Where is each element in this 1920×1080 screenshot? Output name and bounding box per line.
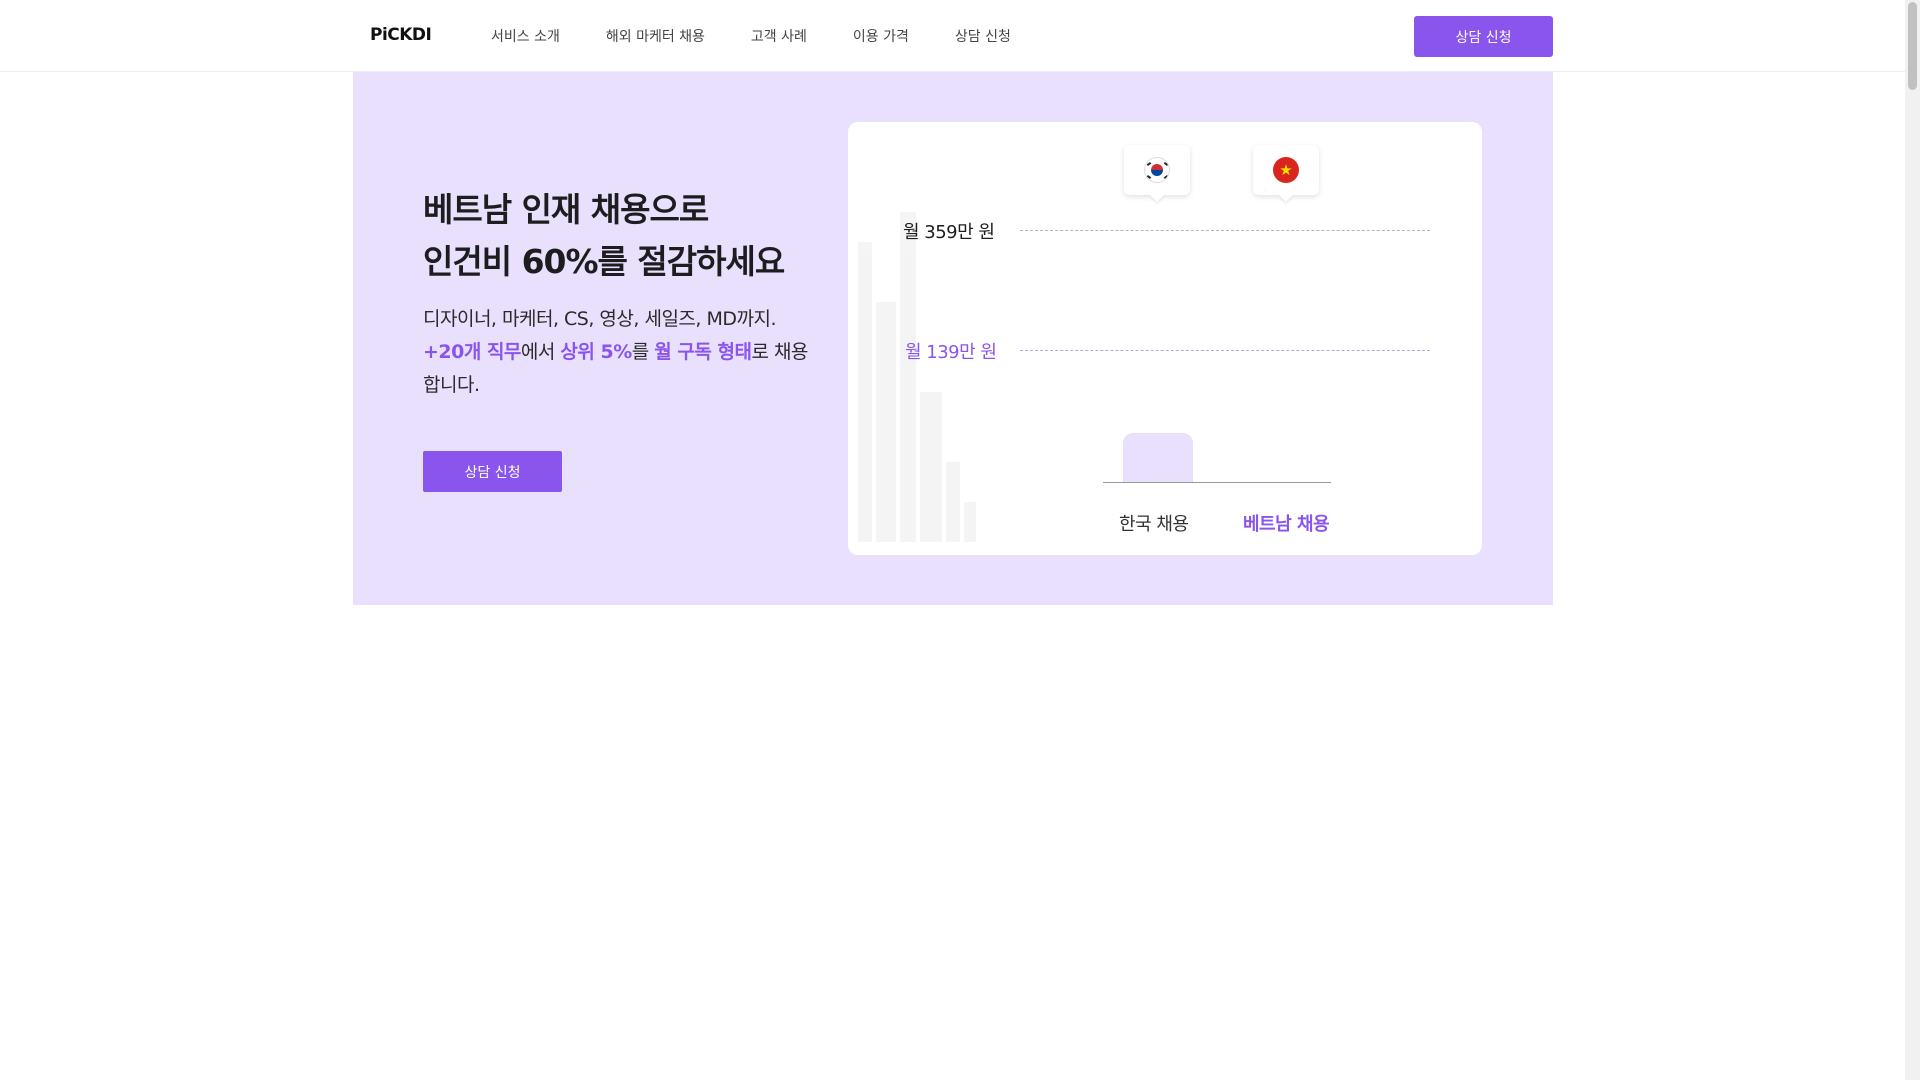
vietnam-flag-icon: ★ [1273,157,1299,183]
header-consultation-button[interactable]: 상담 신청 [1414,16,1553,57]
korea-flag-bubble [1124,145,1190,195]
page-scrollbar[interactable] [1905,0,1920,1080]
vietnam-hiring-label: 베트남 채용 [1243,514,1330,535]
hero-desc-text: 를 [631,341,655,363]
hero-title-line-1: 베트남 인재 채용으로 [423,190,709,229]
hero-desc-line-1: 디자이너, 마케터, CS, 영상, 세일즈, MD까지. [423,308,777,330]
vietnam-flag-bubble: ★ [1253,145,1319,195]
hero-highlight-top: 상위 5% [560,341,632,363]
hero-highlight-jobs: +20개 직무 [423,341,521,363]
scrollbar-thumb[interactable] [1908,2,1917,90]
nav-item-overseas-marketer[interactable]: 해외 마케터 채용 [606,26,705,46]
vietnam-cost-label: 월 139만 원 [905,342,997,363]
nav-item-consultation[interactable]: 상담 신청 [955,26,1011,46]
korea-cost-label: 월 359만 원 [903,222,995,243]
korea-cost-line [1020,230,1430,231]
korea-hiring-label: 한국 채용 [1119,514,1189,535]
hero-consultation-button[interactable]: 상담 신청 [423,451,562,492]
nav-item-customer-cases[interactable]: 고객 사례 [751,26,807,46]
hero-description: 디자이너, 마케터, CS, 영상, 세일즈, MD까지. +20개 직무에서 … [423,303,823,402]
site-header: PiCKDI 서비스 소개 해외 마케터 채용 고객 사례 이용 가격 상담 신… [0,0,1905,72]
hero-desc-text: 에서 [520,341,561,363]
nav-item-pricing[interactable]: 이용 가격 [853,26,909,46]
south-korea-flag-icon [1144,157,1170,183]
pickdi-logo[interactable]: PiCKDI [370,25,432,45]
hero-highlight-subscription: 월 구독 형태 [654,341,752,363]
vietnam-cost-line [1020,350,1430,351]
chart-baseline [1103,482,1331,483]
main-nav: 서비스 소개 해외 마케터 채용 고객 사례 이용 가격 상담 신청 [491,0,1057,72]
korea-cost-bar [1123,433,1193,482]
hero-title-line-2: 인건비 60%를 절감하세요 [423,242,785,281]
cost-comparison-card: ★ 월 359만 원 월 139만 원 한국 채용 베트남 채용 [848,122,1482,555]
nav-item-service-intro[interactable]: 서비스 소개 [491,26,560,46]
hero-section: 베트남 인재 채용으로 인건비 60%를 절감하세요 디자이너, 마케터, CS… [353,72,1553,605]
hero-title: 베트남 인재 채용으로 인건비 60%를 절감하세요 [423,184,785,288]
